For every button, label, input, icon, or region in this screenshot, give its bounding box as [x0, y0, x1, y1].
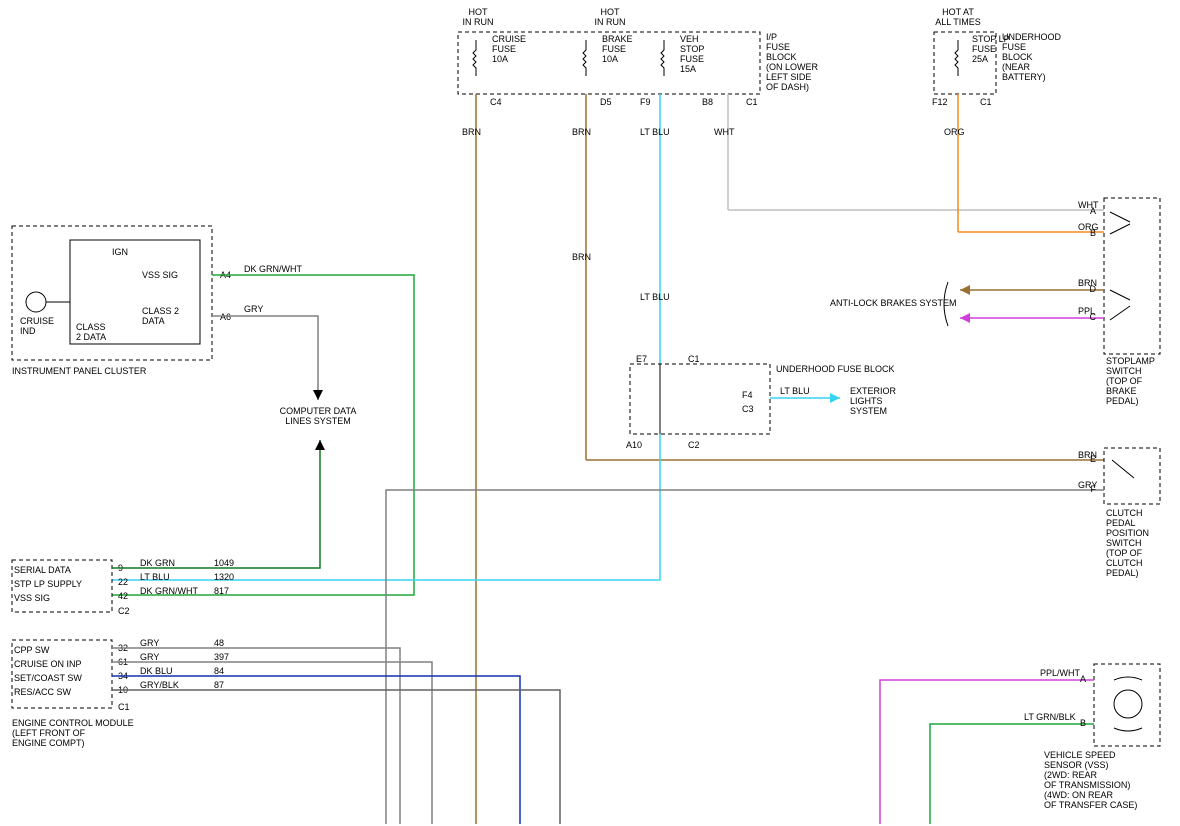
pin-f: F	[1091, 484, 1097, 494]
wiring-diagram: HOTIN RUN HOTIN RUN HOT ATALL TIMES CRUI…	[0, 0, 1180, 824]
ecm-code5: 397	[214, 652, 229, 662]
col-gry: GRY	[244, 304, 263, 314]
ecm-code4: 48	[214, 638, 224, 648]
pin-a: A	[1090, 206, 1096, 216]
pin-c: C	[1090, 312, 1097, 322]
pin-f9: F9	[640, 97, 651, 107]
col-ltblu-v: LT BLU	[640, 292, 670, 302]
ecm-p42: 42	[118, 591, 128, 601]
uh-mid-label: UNDERHOOD FUSE BLOCK	[776, 364, 895, 374]
col-org: ORG	[944, 127, 965, 137]
ecm-label: ENGINE CONTROL MODULE(LEFT FRONT OFENGIN…	[12, 718, 134, 748]
ecm-code2: 1320	[214, 572, 234, 582]
ecm-cruise: CRUISE ON INP	[14, 659, 82, 669]
col-pplwht: PPL/WHT	[1040, 668, 1081, 678]
ecm-col4: GRY	[140, 638, 159, 648]
col-brn2: BRN	[572, 127, 591, 137]
pin-c2b: C2	[688, 440, 700, 450]
col-ltblu2: LT BLU	[780, 386, 810, 396]
ecm-code6: 84	[214, 666, 224, 676]
col-ltgrnblk: LT GRN/BLK	[1024, 712, 1076, 722]
computer-data: COMPUTER DATALINES SYSTEM	[280, 406, 357, 426]
pin-b8: B8	[702, 97, 713, 107]
pin-c3: C3	[742, 404, 754, 414]
fuse-cruise: CRUISEFUSE10A	[492, 34, 526, 64]
pin-c4: C4	[490, 97, 502, 107]
ecm-code3: 817	[214, 586, 229, 596]
ecm-col7: GRY/BLK	[140, 680, 179, 690]
fuse-vehstop: VEHSTOPFUSE15A	[680, 34, 704, 74]
ecm-set: SET/COAST SW	[14, 673, 82, 683]
ecm-vss: VSS SIG	[14, 593, 50, 603]
col-brn2v: BRN	[572, 252, 591, 262]
ecm-c2: C2	[118, 606, 130, 616]
fuse-ip-label: I/PFUSEBLOCK(ON LOWERLEFT SIDEOF DASH)	[766, 32, 819, 92]
pin-a10: A10	[626, 440, 642, 450]
ecm-c1: C1	[118, 702, 130, 712]
vss-label: VEHICLE SPEEDSENSOR (VSS)(2WD: REAROF TR…	[1044, 750, 1137, 810]
hdr-hotrun2: HOTIN RUN	[595, 7, 626, 27]
pin-e7: E7	[636, 354, 647, 364]
col-ltblu: LT BLU	[640, 127, 670, 137]
hdr-hotrun1: HOTIN RUN	[463, 7, 494, 27]
ecm-res: RES/ACC SW	[14, 687, 72, 697]
ipc-cruise: CRUISEIND	[20, 316, 54, 336]
ecm-col5: GRY	[140, 652, 159, 662]
ecm-col2: LT BLU	[140, 572, 170, 582]
col-brn1: BRN	[462, 127, 481, 137]
pin-f12: F12	[932, 97, 948, 107]
ecm-serial: SERIAL DATA	[14, 565, 71, 575]
pin-b: B	[1090, 228, 1096, 238]
ipc-ign: IGN	[112, 247, 128, 257]
ecm-col3: DK GRN/WHT	[140, 586, 198, 596]
pin-c1b: C1	[980, 97, 992, 107]
antilock: ANTI-LOCK BRAKES SYSTEM	[830, 298, 957, 308]
pin-f4: F4	[742, 390, 753, 400]
ext-lights: EXTERIORLIGHTSSYSTEM	[850, 386, 897, 416]
hdr-hotall: HOT ATALL TIMES	[935, 7, 981, 27]
stoplamp-label: STOPLAMPSWITCH(TOP OFBRAKEPEDAL)	[1106, 356, 1155, 406]
pin-a2: A	[1080, 674, 1086, 684]
pin-d: D	[1090, 284, 1097, 294]
col-dkgrnwht: DK GRN/WHT	[244, 264, 302, 274]
pin-e: E	[1090, 454, 1096, 464]
ecm-code1: 1049	[214, 558, 234, 568]
ecm-cpp: CPP SW	[14, 645, 50, 655]
uh-top-label: UNDERHOODFUSEBLOCK(NEARBATTERY)	[1002, 32, 1062, 82]
ecm-col1: DK GRN	[140, 558, 175, 568]
fuse-brake: BRAKEFUSE10A	[602, 34, 633, 64]
col-wht: WHT	[714, 127, 735, 137]
ipc-class2b: CLASS2 DATA	[76, 322, 106, 342]
pin-c1: C1	[746, 97, 758, 107]
ipc-vss: VSS SIG	[142, 270, 178, 280]
ipc-class2: CLASS 2DATA	[142, 306, 179, 326]
clutch-label: CLUTCHPEDALPOSITIONSWITCH(TOP OFCLUTCHPE…	[1106, 508, 1149, 578]
pin-b2: B	[1080, 718, 1086, 728]
ecm-col6: DK BLU	[140, 666, 173, 676]
ecm-stplp: STP LP SUPPLY	[14, 579, 82, 589]
ipc-label: INSTRUMENT PANEL CLUSTER	[12, 366, 147, 376]
pin-d5: D5	[600, 97, 612, 107]
pin-a6: A6	[220, 312, 231, 322]
pin-c1c: C1	[688, 354, 700, 364]
ecm-p22: 22	[118, 577, 128, 587]
ecm-code7: 87	[214, 680, 224, 690]
